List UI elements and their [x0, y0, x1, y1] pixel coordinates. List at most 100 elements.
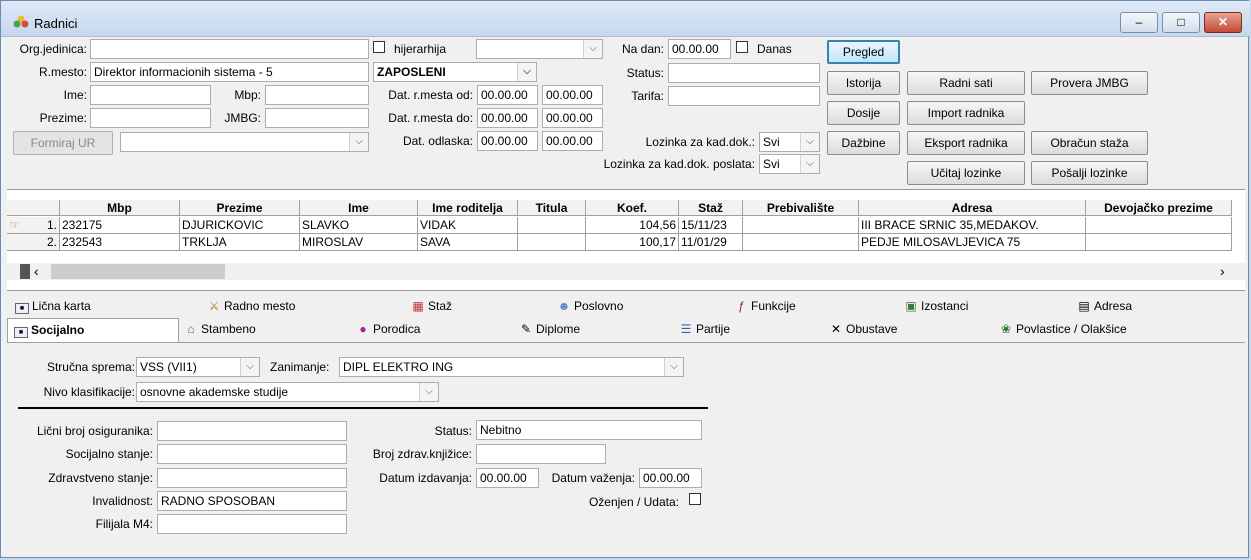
tab-radno-mesto[interactable]: ⚔ Radno mesto	[207, 295, 296, 318]
hijerarhija-combo[interactable]: ⌵	[476, 39, 603, 59]
table-cell-mbp[interactable]: 232543	[60, 234, 180, 251]
table-cell-titula[interactable]	[518, 234, 586, 251]
datum-vazenja-input[interactable]: 00.00.00	[639, 468, 702, 488]
obracun-staza-button[interactable]: Obračun staža	[1031, 131, 1148, 155]
scroll-left-arrow-icon[interactable]: ‹	[34, 263, 39, 279]
dosije-button[interactable]: Dosije	[827, 101, 900, 125]
table-cell-mbp[interactable]: 232175	[60, 217, 180, 234]
hijerarhija-checkbox[interactable]	[373, 41, 385, 53]
col-header-koef[interactable]: Koef.	[586, 200, 679, 216]
table-cell-koef[interactable]: 100,17	[586, 234, 679, 251]
ime-input[interactable]	[90, 85, 211, 105]
table-cell-staz[interactable]: 11/01/29	[679, 234, 743, 251]
col-header-staz[interactable]: Staž	[679, 200, 743, 216]
row-indicator[interactable]: 2.	[7, 234, 60, 251]
col-header-prebivaliste[interactable]: Prebivalište	[743, 200, 859, 216]
table-cell-ime-roditelja[interactable]: VIDAK	[418, 217, 518, 234]
filijala-input[interactable]	[157, 514, 347, 534]
table-cell-ime[interactable]: MIROSLAV	[300, 234, 418, 251]
tab-licna-karta[interactable]: ■ Lična karta	[15, 295, 91, 318]
row-indicator[interactable]: ☞ 1.	[7, 217, 60, 234]
lozinka-poslata-combo[interactable]: Svi ⌵	[759, 154, 820, 174]
tarifa-input[interactable]	[668, 86, 820, 106]
col-header-mbp[interactable]: Mbp	[60, 200, 180, 216]
scroll-thumb[interactable]	[51, 264, 225, 279]
tab-socijalno[interactable]: ■ Socijalno	[7, 318, 179, 343]
table-cell-titula[interactable]	[518, 217, 586, 234]
strucna-sprema-combo[interactable]: VSS (VII1) ⌵	[136, 357, 260, 377]
col-header-ime[interactable]: Ime	[300, 200, 418, 216]
maximize-button[interactable]: □	[1162, 12, 1200, 33]
prezime-input[interactable]	[90, 108, 211, 128]
table-cell-prebivaliste[interactable]	[743, 217, 859, 234]
col-header-titula[interactable]: Titula	[518, 200, 586, 216]
col-header-ime-roditelja[interactable]: Ime roditelja	[418, 200, 518, 216]
table-cell-staz[interactable]: 15/11/23	[679, 217, 743, 234]
table-cell-koef[interactable]: 104,56	[586, 217, 679, 234]
tab-staz[interactable]: ▦ Staž	[411, 295, 452, 318]
ozenjen-checkbox[interactable]	[689, 493, 701, 505]
table-cell-prebivaliste[interactable]	[743, 234, 859, 251]
licni-broj-input[interactable]	[157, 421, 347, 441]
mbp-input[interactable]	[265, 85, 369, 105]
zaposleni-combo[interactable]: ZAPOSLENI ⌵	[373, 62, 537, 82]
tab-label: Staž	[428, 299, 453, 313]
dat-rmesta-od-to[interactable]: 00.00.00	[542, 85, 603, 105]
import-radnika-button[interactable]: Import radnika	[907, 101, 1025, 125]
lozinka-combo[interactable]: Svi ⌵	[759, 132, 820, 152]
status-input[interactable]	[668, 63, 820, 83]
table-cell-prezime[interactable]: TRKLJA	[180, 234, 300, 251]
dat-rmesta-do-from[interactable]: 00.00.00	[477, 108, 538, 128]
tab-adresa[interactable]: ▤ Adresa	[1077, 295, 1132, 318]
socijalno-stanje-input[interactable]	[157, 444, 347, 464]
close-button[interactable]: ✕	[1204, 12, 1242, 33]
table-cell-ime-roditelja[interactable]: SAVA	[418, 234, 518, 251]
istorija-button[interactable]: Istorija	[827, 71, 900, 95]
tab-diplome[interactable]: ✎ Diplome	[519, 318, 580, 341]
ucitaj-lozinke-button[interactable]: Učitaj lozinke	[907, 161, 1025, 185]
tab-povlastice[interactable]: ❀ Povlastice / Olakšice	[999, 318, 1127, 341]
table-cell-adresa[interactable]: PEDJE MILOSAVLJEVICA 75	[859, 234, 1086, 251]
jmbg-input[interactable]	[265, 108, 369, 128]
scroll-right-arrow-icon[interactable]: ›	[1220, 263, 1225, 279]
org-jedinica-input[interactable]	[90, 39, 369, 59]
dat-rmesta-do-to[interactable]: 00.00.00	[542, 108, 603, 128]
danas-checkbox[interactable]	[736, 41, 748, 53]
table-cell-devojacko[interactable]	[1086, 234, 1232, 251]
invalidnost-input[interactable]: RADNO SPOSOBAN	[157, 491, 347, 511]
col-header-adresa[interactable]: Adresa	[859, 200, 1086, 216]
minimize-button[interactable]: –	[1120, 12, 1158, 33]
provera-jmbg-button[interactable]: Provera JMBG	[1031, 71, 1148, 95]
na-dan-input[interactable]: 00.00.00	[668, 39, 731, 59]
zanimanje-combo[interactable]: DIPL ELEKTRO ING ⌵	[339, 357, 684, 377]
tab-obustave[interactable]: ✕ Obustave	[829, 318, 897, 341]
col-header-devojacko[interactable]: Devojačko prezime	[1086, 200, 1232, 216]
datum-izdavanja-input[interactable]: 00.00.00	[476, 468, 539, 488]
zdravstveno-stanje-input[interactable]	[157, 468, 347, 488]
radni-sati-button[interactable]: Radni sati	[907, 71, 1025, 95]
pregled-button[interactable]: Pregled	[827, 40, 900, 64]
tab-porodica[interactable]: ● Porodica	[356, 318, 420, 341]
eksport-radnika-button[interactable]: Eksport radnika	[907, 131, 1025, 155]
rmesto-input[interactable]: Direktor informacionih sistema - 5	[90, 62, 369, 82]
tab-poslovno[interactable]: ☻ Poslovno	[557, 295, 624, 318]
table-cell-ime[interactable]: SLAVKO	[300, 217, 418, 234]
tab-partije[interactable]: ☰ Partije	[679, 318, 730, 341]
soc-status-input[interactable]: Nebitno	[476, 420, 702, 440]
grid-horizontal-scrollbar[interactable]: ‹ ›	[7, 263, 1245, 280]
table-cell-adresa[interactable]: III BRACE SRNIC 35,MEDAKOV.	[859, 217, 1086, 234]
table-cell-prezime[interactable]: DJURICKOVIC	[180, 217, 300, 234]
tab-izostanci[interactable]: ▣ Izostanci	[904, 295, 968, 318]
tab-funkcije[interactable]: ƒ Funkcije	[734, 295, 796, 318]
formiraj-ur-button[interactable]: Formiraj UR	[13, 131, 113, 155]
dat-odlaska-from[interactable]: 00.00.00	[477, 131, 538, 151]
ur-combo[interactable]: ⌵	[120, 132, 369, 152]
col-header-prezime[interactable]: Prezime	[180, 200, 300, 216]
posalji-lozinke-button[interactable]: Pošalji lozinke	[1031, 161, 1148, 185]
tab-stambeno[interactable]: ⌂ Stambeno	[184, 318, 255, 341]
dat-rmesta-od-from[interactable]: 00.00.00	[477, 85, 538, 105]
dazbine-button[interactable]: Dažbine	[827, 131, 900, 155]
table-cell-devojacko[interactable]	[1086, 217, 1232, 234]
nivo-klasifikacije-combo[interactable]: osnovne akademske studije ⌵	[136, 382, 439, 402]
broj-zdrav-input[interactable]	[476, 444, 606, 464]
